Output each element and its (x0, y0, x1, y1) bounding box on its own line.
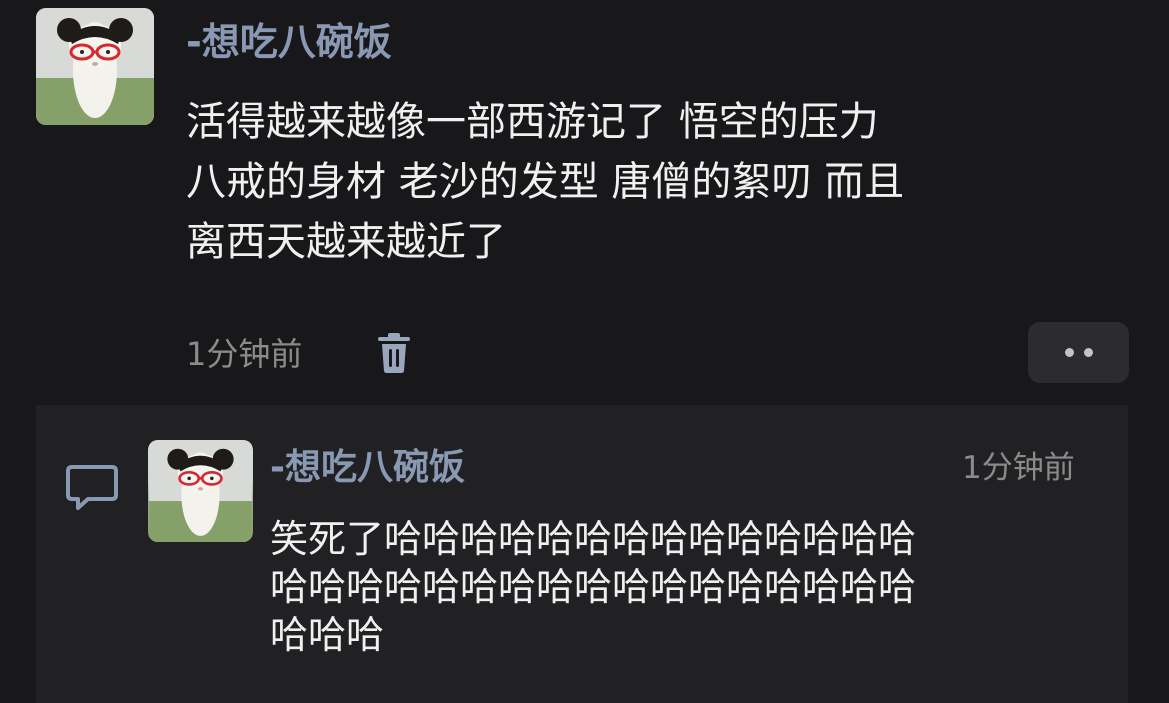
reply-panel: -想吃八碗饭 1分钟前 笑死了哈哈哈哈哈哈哈哈哈哈哈哈哈哈 哈哈哈哈哈哈哈哈哈哈… (36, 405, 1128, 703)
avatar-image (149, 440, 252, 542)
dot (1083, 348, 1093, 357)
comment-time: 1分钟前 (186, 335, 303, 373)
comment-line: 离西天越来越近了 (186, 219, 506, 265)
comment-line: 活得越来越像一部西游记了 悟空的压力 (186, 99, 879, 145)
comment-username[interactable]: -想吃八碗饭 (186, 14, 392, 70)
avatar-image (36, 8, 154, 125)
comment-text: 活得越来越像一部西游记了 悟空的压力 八戒的身材 老沙的发型 唐僧的絮叨 而且 … (186, 92, 904, 272)
reply-line: 哈哈哈哈哈哈哈哈哈哈哈哈哈哈哈哈哈 (270, 565, 917, 609)
reply-username[interactable]: -想吃八碗饭 (270, 443, 465, 493)
more-dots-icon[interactable] (1028, 322, 1129, 383)
avatar[interactable] (36, 8, 154, 125)
comment-line: 八戒的身材 老沙的发型 唐僧的絮叨 而且 (186, 159, 905, 205)
dot (1064, 348, 1074, 357)
reply-line: 哈哈哈 (270, 613, 385, 657)
reply-bubble-icon[interactable] (64, 463, 120, 513)
reply-text: 笑死了哈哈哈哈哈哈哈哈哈哈哈哈哈哈 哈哈哈哈哈哈哈哈哈哈哈哈哈哈哈哈哈 哈哈哈 (270, 515, 916, 659)
reply-line: 笑死了哈哈哈哈哈哈哈哈哈哈哈哈哈哈 (270, 517, 917, 561)
trash-icon[interactable] (376, 332, 412, 374)
avatar[interactable] (148, 440, 253, 542)
reply-time: 1分钟前 (962, 450, 1075, 486)
